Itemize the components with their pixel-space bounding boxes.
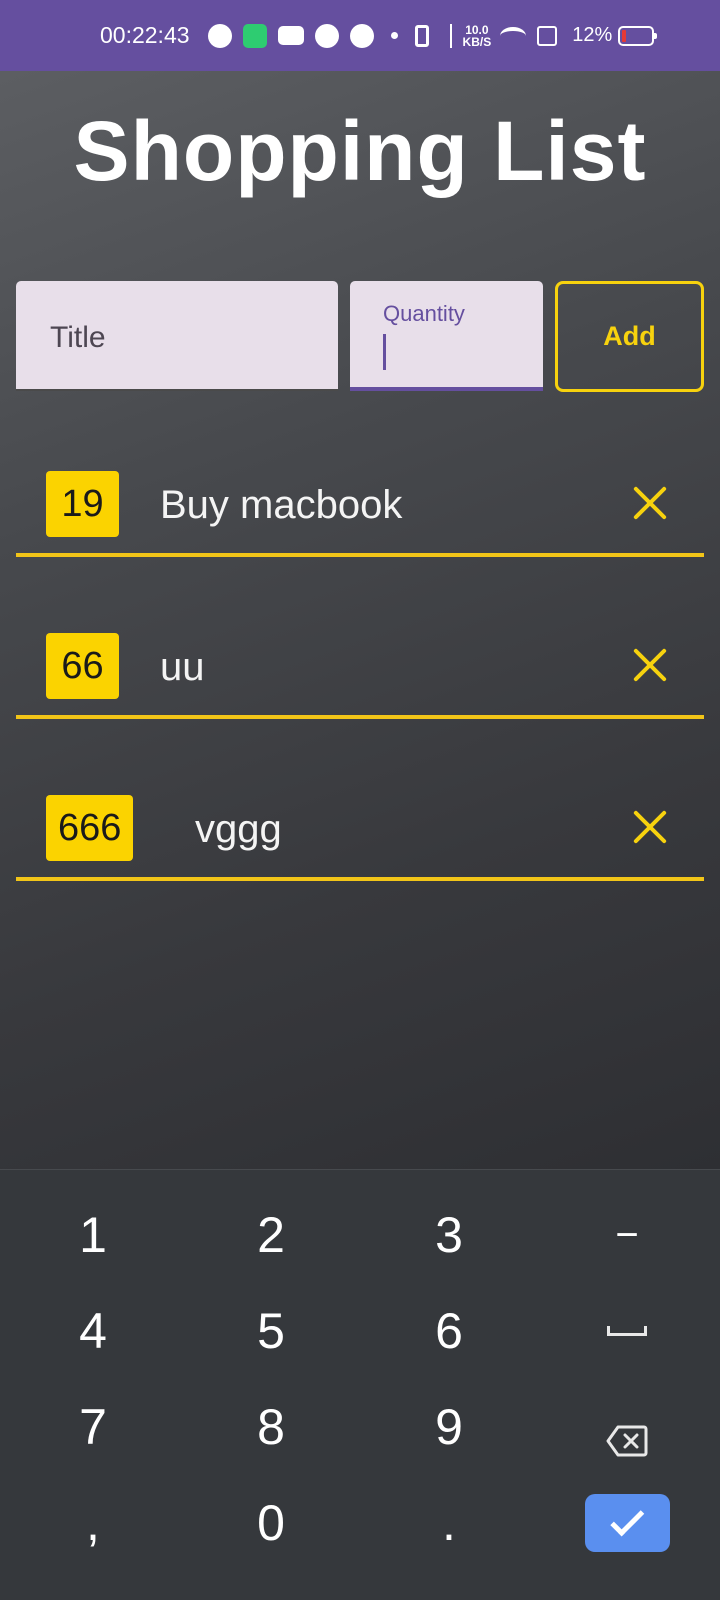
- numeric-keyboard: 1 2 3 − 4 5 6 7 8 9 , 0 .: [0, 1169, 720, 1600]
- list-item: 19 Buy macbook: [16, 471, 704, 557]
- messenger-icon: [207, 23, 232, 48]
- item-name: vggg: [195, 807, 282, 851]
- app-screen: Shopping List Title Quantity Add 19 Buy …: [0, 71, 720, 1169]
- check-icon: [609, 1502, 644, 1537]
- net-speed-value: 10.0: [465, 22, 489, 37]
- quantity-badge: 666: [46, 795, 134, 861]
- key-9[interactable]: 9: [374, 1387, 524, 1467]
- key-4[interactable]: 4: [18, 1291, 168, 1371]
- key-3[interactable]: 3: [374, 1195, 524, 1275]
- battery-percentage: 12%: [572, 24, 613, 46]
- list-item: 666 vggg: [16, 795, 704, 881]
- quantity-badge: 66: [46, 633, 119, 699]
- quantity-field[interactable]: Quantity: [350, 281, 543, 391]
- key-comma[interactable]: ,: [18, 1483, 168, 1563]
- space-key[interactable]: [552, 1291, 702, 1371]
- notification-dot-icon: [390, 32, 398, 39]
- backspace-key[interactable]: [552, 1387, 702, 1467]
- status-time: 00:22:43: [100, 22, 190, 48]
- no-sim-icon: [537, 25, 558, 46]
- battery-saver-icon: [242, 23, 267, 48]
- key-1[interactable]: 1: [18, 1195, 168, 1275]
- list-item: 66 uu: [16, 633, 704, 719]
- key-7[interactable]: 7: [18, 1387, 168, 1467]
- wifi-icon: [500, 26, 527, 45]
- quantity-badge: 19: [46, 471, 119, 537]
- title-placeholder: Title: [50, 321, 106, 354]
- done-key[interactable]: [585, 1494, 670, 1552]
- space-icon: [607, 1326, 647, 1336]
- delete-item-icon[interactable]: [632, 809, 668, 845]
- item-name: Buy macbook: [160, 483, 403, 527]
- delete-item-icon[interactable]: [632, 485, 668, 521]
- key-5[interactable]: 5: [196, 1291, 346, 1371]
- key-2[interactable]: 2: [196, 1195, 346, 1275]
- net-speed-unit: KB/S: [462, 34, 492, 49]
- alarm-icon: [349, 23, 374, 48]
- key-8[interactable]: 8: [196, 1387, 346, 1467]
- key-6[interactable]: 6: [374, 1291, 524, 1371]
- quantity-label: Quantity: [383, 301, 465, 326]
- delete-item-icon[interactable]: [632, 647, 668, 683]
- key-period[interactable]: .: [374, 1483, 524, 1563]
- item-name: uu: [160, 645, 205, 689]
- net-speed: 10.0 KB/S: [463, 24, 492, 48]
- vibrate-icon: [414, 24, 429, 47]
- title-field[interactable]: Title: [16, 281, 338, 391]
- key-0[interactable]: 0: [196, 1483, 346, 1563]
- page-title: Shopping List: [73, 104, 647, 198]
- key-minus[interactable]: −: [552, 1195, 702, 1275]
- battery-icon: [618, 25, 658, 46]
- bluetooth-icon: [440, 23, 452, 48]
- add-button[interactable]: Add: [555, 281, 704, 392]
- app-notification-icon: [314, 23, 339, 48]
- status-bar: 00:22:43 10.0 KB/S 12%: [0, 0, 720, 71]
- text-cursor: [383, 334, 386, 370]
- backspace-icon: [606, 1411, 648, 1457]
- youtube-icon: [277, 26, 304, 45]
